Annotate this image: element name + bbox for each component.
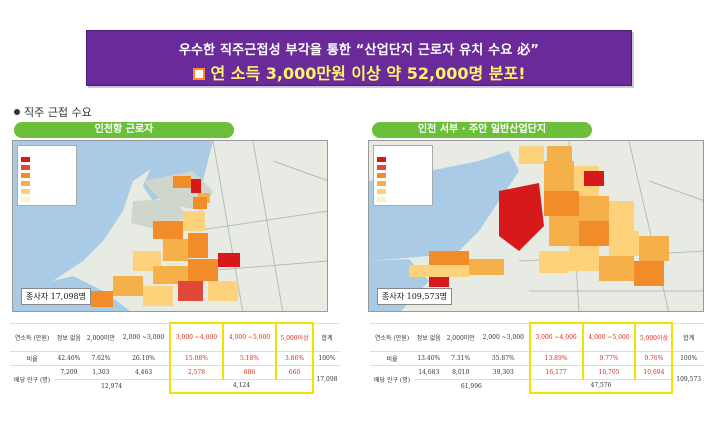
- header-cell: 정보 없음: [414, 322, 444, 351]
- map-label-industrial: 인천 서부 · 주안 일반산업단지: [372, 122, 592, 138]
- income-table-port: 연소득 (만원) 정보 없음 2,000미만 2,000 ~3,000 3,00…: [10, 322, 340, 394]
- checkbox-bullet-icon: [192, 68, 205, 80]
- banner-line-1: 우수한 직주근접성 부각을 통한 “산업단지 근로자 유치 수요 必”: [178, 43, 540, 58]
- header-cell: 2,000미만: [443, 322, 478, 351]
- header-cell: 2,000 ~3,000: [477, 322, 530, 351]
- header-cell: 2,000 ~3,000: [118, 322, 170, 351]
- header-cell: 5,000이상: [274, 322, 314, 351]
- header-cell: 3,000 ~4,000: [168, 322, 224, 351]
- table-row: 비율 13.40% 7.31% 35.87% 13.89% 9.77% 9.76…: [370, 350, 704, 365]
- header-cell: 정보 없음: [54, 322, 84, 351]
- headline-banner: 우수한 직주근접성 부각을 통한 “산업단지 근로자 유치 수요 必” 연 소득…: [86, 30, 632, 86]
- banner-line-2-text: 연 소득 3,000만원 이상 약 52,000명 분포!: [210, 64, 526, 83]
- map-legend: ⁠: [373, 145, 433, 206]
- header-cell: 4,000 ~5,000: [581, 322, 637, 351]
- table-row: 배당 인구 (명) 14,683 8,010 39,303 16,177 10,…: [370, 364, 704, 393]
- header-cell: 2,000미만: [83, 322, 119, 351]
- section-title: 직주 근접 수요: [14, 104, 92, 120]
- header-cell: 5,000이상: [634, 322, 674, 351]
- map-label-port: 인천항 근로자: [14, 122, 234, 138]
- header-cell: 3,000 ~4,000: [528, 322, 584, 351]
- header-cell: 4,000 ~5,000: [221, 322, 277, 351]
- header-cell: 연소득 (만원): [370, 322, 415, 351]
- header-cell: 합계: [672, 322, 704, 351]
- bullet-icon: [14, 109, 20, 115]
- header-cell: 합계: [312, 322, 340, 351]
- table-row: 61,996 47,576: [370, 378, 704, 394]
- legend-header: ⁠: [21, 148, 73, 154]
- income-table-industrial: 연소득 (만원) 정보 없음 2,000미만 2,000 ~3,000 3,00…: [370, 322, 704, 394]
- banner-line-2: 연 소득 3,000만원 이상 약 52,000명 분포!: [87, 60, 631, 84]
- workers-count-port: 종사자 17,098명: [21, 288, 91, 305]
- workers-count-industrial: 종사자 109,573명: [377, 288, 453, 305]
- header-cell: 연소득 (만원): [10, 322, 55, 351]
- map-incheon-port: ⁠ 종사자 17,098명: [12, 140, 328, 312]
- table-header-row: 연소득 (만원) 정보 없음 2,000미만 2,000 ~3,000 3,00…: [370, 322, 704, 351]
- table-header-row: 연소득 (만원) 정보 없음 2,000미만 2,000 ~3,000 3,00…: [10, 322, 340, 351]
- legend-header: ⁠: [377, 148, 429, 154]
- table-row: 12,974 4,124: [10, 378, 340, 394]
- table-row: 배당 인구 (명) 7,209 1,303 4,463 2,578 886 66…: [10, 364, 340, 393]
- map-legend: ⁠: [17, 145, 77, 206]
- map-industrial-complex: ⁠ 종사자 109,573명: [368, 140, 704, 312]
- table-row: 비율 42.46% 7.62% 26.10% 15.08% 5.18% 3.86…: [10, 350, 340, 365]
